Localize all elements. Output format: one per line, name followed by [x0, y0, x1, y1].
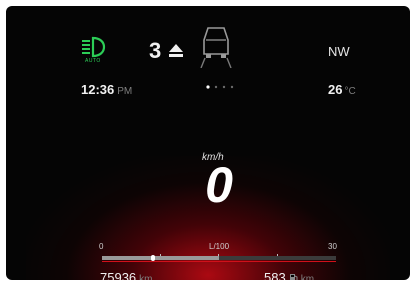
instrument-cluster-display: AUTO 3 NW 12:36 PM 26 °C km/h 0 0 L/100 …	[6, 6, 410, 280]
clock-time: 12:36	[81, 82, 115, 97]
temperature-value: 26	[328, 82, 343, 97]
accent-red-line	[102, 261, 336, 262]
page-dot	[222, 85, 226, 89]
clock: 12:36 PM	[81, 82, 132, 97]
odometer-value: 75936	[100, 270, 137, 280]
consumption-tick	[277, 254, 278, 256]
fuel-range: 583 km	[264, 270, 314, 280]
consumption-tick	[160, 254, 161, 256]
consumption-bar	[102, 254, 336, 261]
speed-value: 0	[205, 157, 233, 213]
fuel-pump-icon	[289, 274, 298, 280]
outside-temperature: 26 °C	[328, 82, 356, 97]
consumption-unit-label: L/100	[209, 242, 230, 251]
consumption-min-label: 0	[99, 242, 104, 251]
consumption-bar-fill	[102, 256, 219, 260]
odometer-unit: km	[139, 274, 153, 280]
car-lane-icon	[200, 27, 232, 68]
consumption-tick	[218, 254, 219, 256]
upshift-icon	[169, 44, 183, 57]
page-dot	[230, 85, 234, 89]
temperature-unit: °C	[344, 86, 356, 97]
range-value: 583	[264, 270, 286, 280]
page-dot	[206, 85, 210, 89]
page-dot	[214, 85, 218, 89]
consumption-max-label: 30	[328, 242, 337, 251]
auto-label: AUTO	[85, 58, 101, 64]
compass-heading: NW	[328, 44, 350, 59]
cluster-frame: AUTO 3 NW 12:36 PM 26 °C km/h 0 0 L/100 …	[0, 0, 420, 285]
gear-indicator: 3	[149, 38, 162, 63]
clock-ampm: PM	[117, 86, 133, 97]
page-indicator-dots	[206, 85, 234, 89]
odometer: 75936 km	[100, 270, 153, 280]
range-unit: km	[300, 274, 315, 280]
